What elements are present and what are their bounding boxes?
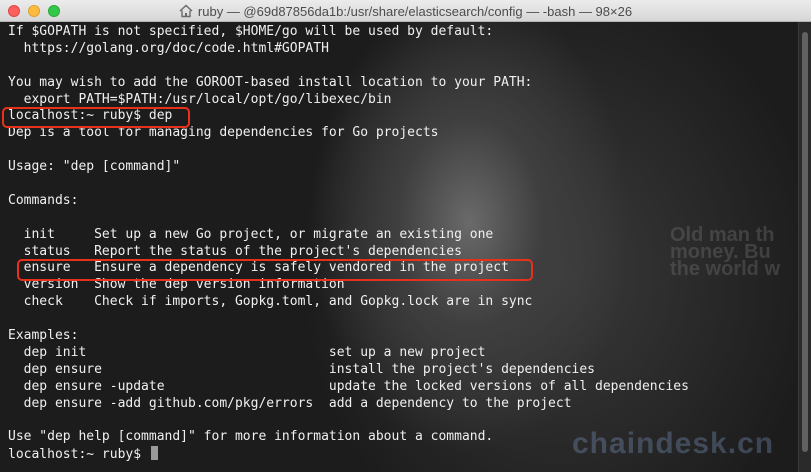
scrollbar-thumb[interactable] — [802, 32, 808, 452]
terminal-line: init Set up a new Go project, or migrate… — [8, 226, 494, 242]
window-title-area: ruby — @69d87856da1b:/usr/share/elastics… — [0, 0, 811, 22]
terminal-output: If $GOPATH is not specified, $HOME/go wi… — [8, 24, 689, 463]
terminal-line: Examples: — [8, 328, 79, 344]
terminal-line: dep ensure install the project's depende… — [8, 361, 595, 377]
text-cursor — [150, 446, 158, 461]
terminal-line: Use "dep help [command]" for more inform… — [8, 429, 494, 445]
vertical-scrollbar[interactable] — [798, 22, 811, 472]
terminal-line: Usage: "dep [command]" — [8, 159, 181, 175]
title-bar: ruby — @69d87856da1b:/usr/share/elastics… — [0, 0, 811, 22]
highlight-box-dep-command — [2, 107, 190, 128]
home-folder-icon — [179, 4, 193, 18]
terminal-line: check Check if imports, Gopkg.toml, and … — [8, 294, 533, 310]
terminal-line: export PATH=$PATH:/usr/local/opt/go/libe… — [8, 91, 392, 107]
window-title: ruby — @69d87856da1b:/usr/share/elastics… — [197, 3, 633, 19]
terminal-line: status Report the status of the project'… — [8, 243, 462, 259]
terminal-line: https://golang.org/doc/code.html#GOPATH — [8, 40, 329, 56]
terminal-line: You may wish to add the GOROOT-based ins… — [8, 74, 533, 90]
terminal-line: dep init set up a new project — [8, 344, 486, 360]
terminal-line: If $GOPATH is not specified, $HOME/go wi… — [8, 24, 494, 39]
terminal-prompt-line[interactable]: localhost:~ ruby$ — [8, 446, 689, 463]
terminal-line: dep ensure -add github.com/pkg/errors ad… — [8, 395, 572, 411]
terminal-view[interactable]: Old man th money. Bu the world w chainde… — [0, 22, 798, 472]
highlight-box-ensure-command — [17, 259, 533, 281]
terminal-line: Commands: — [8, 192, 79, 208]
prompt-text: localhost:~ ruby$ — [8, 447, 149, 463]
terminal-line: dep ensure -update update the locked ver… — [8, 378, 689, 394]
